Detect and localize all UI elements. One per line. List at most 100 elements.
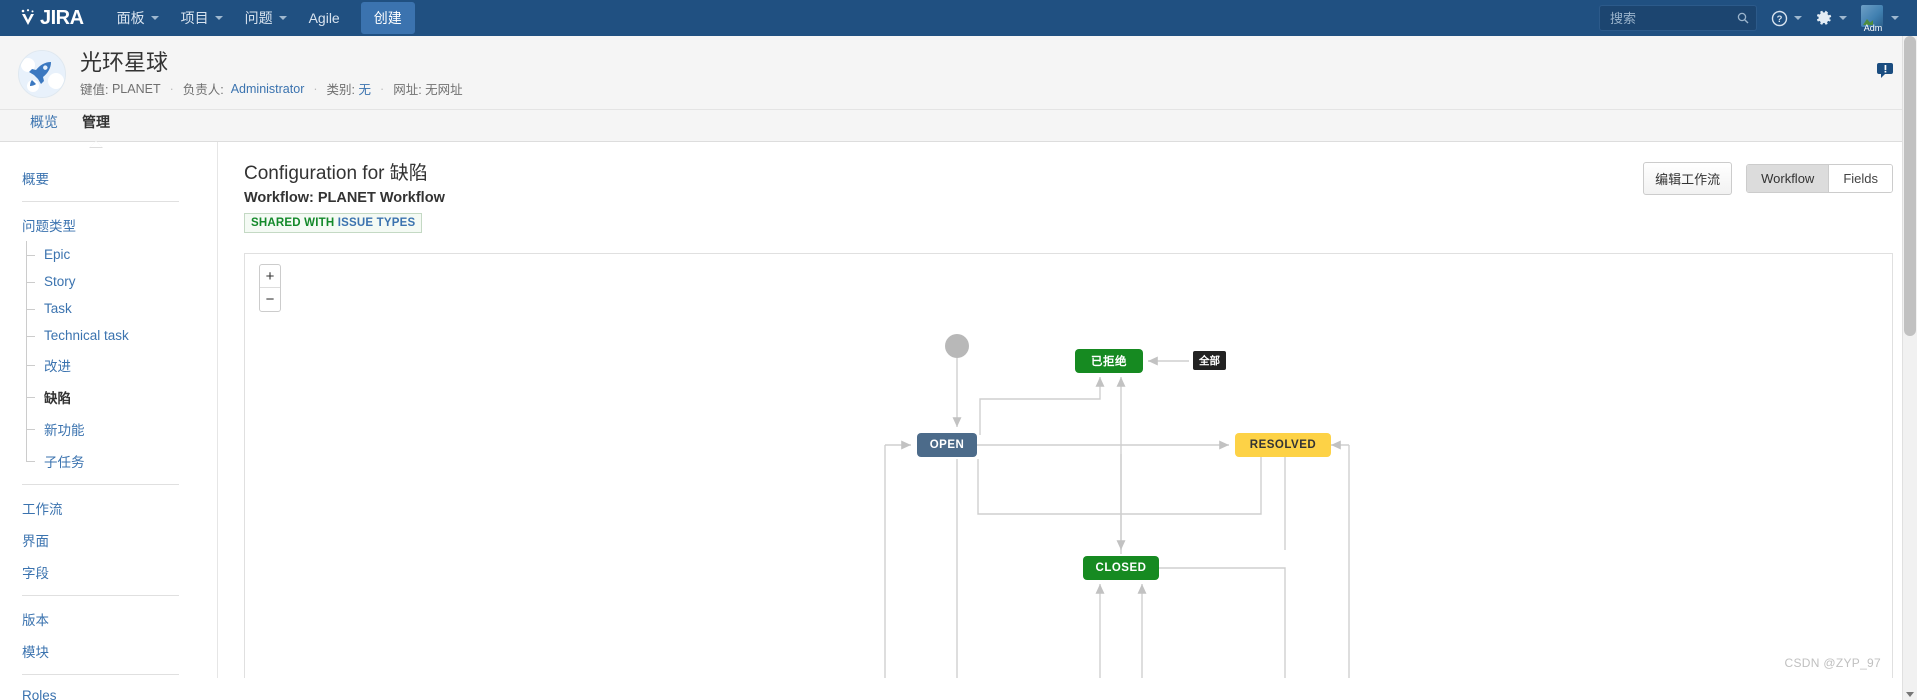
sidebar-item-issue-types[interactable]: 问题类型: [22, 209, 217, 241]
workflow-node-rejected-label: 已拒绝: [1091, 356, 1127, 368]
top-navigation-bar: JIRA 面板 项目 问题 Agile 创建 搜索 ? Adm: [0, 0, 1917, 36]
watermark: CSDN @ZYP_97: [1784, 656, 1881, 670]
edit-workflow-button[interactable]: 编辑工作流: [1643, 162, 1733, 195]
sidebar-item-story[interactable]: Story: [26, 268, 217, 295]
workflow-transition-label-all-text: 全部: [1199, 355, 1220, 367]
workflow-transition-label-all[interactable]: 全部: [1193, 351, 1226, 370]
sidebar-item-sub-task[interactable]: 子任务: [26, 445, 217, 479]
zoom-in-button[interactable]: +: [260, 265, 280, 288]
workflow-node-closed-label: CLOSED: [1095, 562, 1147, 574]
workflow-node-resolved[interactable]: RESOLVED: [1235, 433, 1331, 457]
project-lead-link[interactable]: Administrator: [231, 82, 305, 96]
chevron-down-icon: [278, 16, 287, 20]
nav-item-projects-label: 项目: [180, 10, 209, 26]
workflow-diagram-canvas[interactable]: + − 已拒绝 全部 OPEN RESOLVED CLOSED: [244, 253, 1893, 678]
project-avatar[interactable]: [18, 50, 66, 98]
nav-item-agile-label: Agile: [308, 10, 340, 26]
sidebar-item-roles[interactable]: Roles: [22, 682, 217, 700]
meta-separator: ·: [380, 81, 385, 96]
admin-sidebar: 概要 问题类型 Epic Story Task Technical task 改…: [0, 142, 218, 700]
nav-item-agile[interactable]: Agile: [298, 0, 351, 36]
sidebar-item-fields[interactable]: 字段: [22, 556, 217, 588]
tab-fields-view[interactable]: Fields: [1828, 165, 1892, 192]
sidebar-item-task[interactable]: Task: [26, 295, 217, 322]
tab-administration[interactable]: 管理: [70, 112, 122, 148]
nav-item-projects[interactable]: 项目: [170, 0, 234, 36]
tab-overview[interactable]: 概览: [18, 112, 70, 141]
nav-item-boards[interactable]: 面板: [106, 0, 170, 36]
page-scrollbar[interactable]: [1902, 36, 1917, 700]
sidebar-item-components[interactable]: 模块: [22, 635, 217, 667]
chevron-down-icon: [1794, 16, 1802, 20]
sidebar-item-improvement[interactable]: 改进: [26, 349, 217, 381]
gear-icon: [1816, 10, 1832, 25]
nav-item-boards-label: 面板: [116, 10, 145, 26]
svg-text:?: ?: [1777, 14, 1783, 25]
project-category-value: 无: [358, 83, 372, 97]
chevron-down-icon: [1891, 16, 1899, 20]
sidebar-item-technical-task[interactable]: Technical task: [26, 322, 217, 349]
page-body: 概要 问题类型 Epic Story Task Technical task 改…: [0, 142, 1917, 700]
sidebar-divider: [22, 674, 179, 675]
chevron-down-icon: [150, 16, 159, 20]
workflow-edges: [884, 356, 1350, 678]
jira-logo[interactable]: JIRA: [18, 0, 84, 36]
sidebar-divider: [22, 484, 179, 485]
shared-badge-green-text: SHARED WITH: [251, 217, 335, 229]
meta-separator: ·: [313, 81, 318, 96]
top-nav-right-group: ? Adm: [1599, 0, 1899, 36]
primary-nav-items: 面板 项目 问题 Agile 创建: [106, 0, 415, 36]
chevron-down-icon: [1839, 16, 1847, 20]
sidebar-item-bug[interactable]: 缺陷: [26, 381, 217, 413]
sidebar-divider: [22, 595, 179, 596]
workflow-node-rejected[interactable]: 已拒绝: [1075, 349, 1143, 373]
workflow-node-open[interactable]: OPEN: [917, 433, 977, 457]
feedback-bubble-icon[interactable]: [1877, 62, 1895, 78]
view-toggle-group: Workflow Fields: [1746, 164, 1893, 193]
search-box[interactable]: [1599, 5, 1757, 31]
help-menu-button[interactable]: ?: [1771, 10, 1802, 27]
meta-separator: ·: [169, 81, 174, 96]
status-badge: SHARED WITH ISSUE TYPES: [244, 213, 423, 233]
workflow-start-node[interactable]: [945, 334, 969, 358]
main-header-actions: 编辑工作流 Workflow Fields: [1643, 162, 1893, 195]
project-key-value: PLANET: [111, 81, 161, 96]
workflow-node-open-label: OPEN: [929, 439, 965, 451]
workflow-name-label: Workflow: PLANET Workflow: [244, 190, 445, 206]
question-circle-icon: ?: [1771, 10, 1788, 26]
config-heading-group: Configuration for 缺陷 Workflow: PLANET Wo…: [244, 162, 445, 233]
jira-logo-text: JIRA: [40, 7, 84, 29]
chevron-down-icon: [214, 16, 223, 20]
zoom-controls: + −: [259, 264, 281, 312]
project-lead-label: 负责人:: [182, 83, 224, 97]
search-input[interactable]: [1608, 9, 1738, 27]
sidebar-item-summary[interactable]: 概要: [22, 162, 217, 194]
main-header: Configuration for 缺陷 Workflow: PLANET Wo…: [244, 162, 1893, 233]
settings-menu-button[interactable]: [1816, 10, 1847, 27]
sidebar-item-versions[interactable]: 版本: [22, 603, 217, 635]
workflow-node-closed[interactable]: CLOSED: [1083, 556, 1159, 580]
shared-badge-blue-text: ISSUE TYPES: [337, 217, 416, 229]
project-category-label: 类别:: [326, 83, 356, 97]
user-profile-menu-button[interactable]: Adm: [1861, 5, 1899, 33]
project-url-label: 网址:: [393, 83, 422, 97]
nav-item-issues[interactable]: 问题: [234, 0, 298, 36]
project-header: 光环星球 键值: PLANET · 负责人: Administrator · 类…: [0, 36, 1917, 110]
scrollbar-thumb[interactable]: [1904, 36, 1916, 336]
scroll-down-arrow-icon[interactable]: [1906, 692, 1914, 697]
main-content: Configuration for 缺陷 Workflow: PLANET Wo…: [218, 142, 1917, 678]
project-metadata: 键值: PLANET · 负责人: Administrator · 类别: 无 …: [80, 79, 463, 98]
sidebar-item-new-feature[interactable]: 新功能: [26, 413, 217, 445]
page-title: 光环星球: [80, 50, 169, 75]
sidebar-item-epic[interactable]: Epic: [26, 241, 217, 268]
zoom-out-button[interactable]: −: [260, 288, 280, 311]
nav-item-issues-label: 问题: [244, 10, 273, 26]
create-button[interactable]: 创建: [360, 2, 415, 34]
sidebar-item-screens[interactable]: 界面: [22, 524, 217, 556]
tab-workflow-view[interactable]: Workflow: [1747, 165, 1829, 192]
sidebar-item-workflows[interactable]: 工作流: [22, 492, 217, 524]
project-tab-bar: 概览 管理: [0, 110, 1917, 148]
tree-line: [26, 241, 27, 477]
jira-mark-icon: [21, 9, 34, 25]
workflow-node-resolved-label: RESOLVED: [1249, 439, 1317, 451]
